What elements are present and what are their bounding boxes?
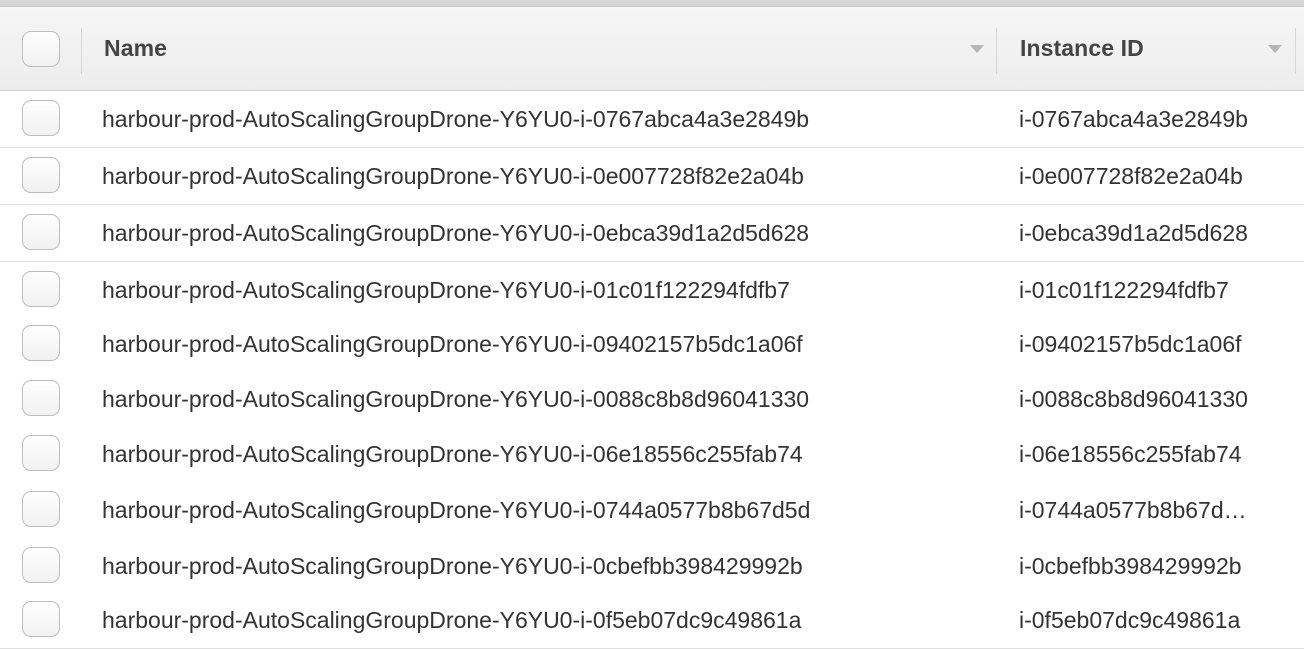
table-top-rule xyxy=(0,0,1304,7)
column-divider[interactable] xyxy=(996,28,997,74)
column-divider[interactable] xyxy=(1295,28,1296,74)
instance-name: harbour-prod-AutoScalingGroupDrone-Y6YU0… xyxy=(102,497,811,523)
column-header-name[interactable]: Name xyxy=(104,34,167,62)
table-header: Name Instance ID xyxy=(0,7,1304,91)
instance-name: harbour-prod-AutoScalingGroupDrone-Y6YU0… xyxy=(102,331,803,357)
row-checkbox[interactable] xyxy=(22,601,60,637)
column-header-instance-id[interactable]: Instance ID xyxy=(1020,34,1144,62)
sort-caret-icon[interactable] xyxy=(1268,45,1282,53)
instance-id: i-06e18556c255fab74 xyxy=(1019,441,1242,467)
instance-name: harbour-prod-AutoScalingGroupDrone-Y6YU0… xyxy=(102,220,810,246)
row-checkbox[interactable] xyxy=(22,380,60,416)
instance-name: harbour-prod-AutoScalingGroupDrone-Y6YU0… xyxy=(102,163,804,189)
table-row[interactable]: harbour-prod-AutoScalingGroupDrone-Y6YU0… xyxy=(0,538,1304,595)
row-checkbox[interactable] xyxy=(22,491,60,527)
instance-id: i-0767abca4a3e2849b xyxy=(1019,106,1248,132)
row-checkbox[interactable] xyxy=(22,100,60,136)
instance-name: harbour-prod-AutoScalingGroupDrone-Y6YU0… xyxy=(102,553,803,579)
instance-id: i-0e007728f82e2a04b xyxy=(1019,163,1243,189)
instance-name: harbour-prod-AutoScalingGroupDrone-Y6YU0… xyxy=(102,277,790,303)
table-row[interactable]: harbour-prod-AutoScalingGroupDrone-Y6YU0… xyxy=(0,262,1304,319)
row-checkbox[interactable] xyxy=(22,325,60,361)
instance-id: i-0ebca39d1a2d5d628 xyxy=(1019,220,1248,246)
instance-id: i-01c01f122294fdfb7 xyxy=(1019,277,1229,303)
column-divider[interactable] xyxy=(81,28,82,74)
table-row[interactable]: harbour-prod-AutoScalingGroupDrone-Y6YU0… xyxy=(0,371,1304,428)
table-row[interactable]: harbour-prod-AutoScalingGroupDrone-Y6YU0… xyxy=(0,148,1304,205)
instance-id: i-0cbefbb398429992b xyxy=(1019,553,1242,579)
row-checkbox[interactable] xyxy=(22,435,60,471)
instance-id: i-0088c8b8d96041330 xyxy=(1019,386,1248,412)
table-row[interactable]: harbour-prod-AutoScalingGroupDrone-Y6YU0… xyxy=(0,482,1304,539)
table-row[interactable]: harbour-prod-AutoScalingGroupDrone-Y6YU0… xyxy=(0,91,1304,148)
table-row[interactable]: harbour-prod-AutoScalingGroupDrone-Y6YU0… xyxy=(0,316,1304,373)
instances-table: Name Instance ID harbour-prod-AutoScalin… xyxy=(0,0,1304,649)
instance-name: harbour-prod-AutoScalingGroupDrone-Y6YU0… xyxy=(102,441,803,467)
instance-name: harbour-prod-AutoScalingGroupDrone-Y6YU0… xyxy=(102,106,810,132)
table-row[interactable]: harbour-prod-AutoScalingGroupDrone-Y6YU0… xyxy=(0,426,1304,483)
row-checkbox[interactable] xyxy=(22,547,60,583)
instance-id: i-09402157b5dc1a06f xyxy=(1019,331,1242,357)
instance-name: harbour-prod-AutoScalingGroupDrone-Y6YU0… xyxy=(102,386,810,412)
instance-id: i-0f5eb07dc9c49861a xyxy=(1019,607,1241,633)
table-row[interactable]: harbour-prod-AutoScalingGroupDrone-Y6YU0… xyxy=(0,205,1304,262)
row-checkbox[interactable] xyxy=(22,214,60,250)
row-checkbox[interactable] xyxy=(22,271,60,307)
sort-caret-icon[interactable] xyxy=(970,45,984,53)
instance-id: i-0744a0577b8b67d… xyxy=(1019,497,1247,523)
instance-name: harbour-prod-AutoScalingGroupDrone-Y6YU0… xyxy=(102,607,802,633)
table-row[interactable]: harbour-prod-AutoScalingGroupDrone-Y6YU0… xyxy=(0,592,1304,649)
select-all-checkbox[interactable] xyxy=(22,31,60,67)
row-checkbox[interactable] xyxy=(22,157,60,193)
